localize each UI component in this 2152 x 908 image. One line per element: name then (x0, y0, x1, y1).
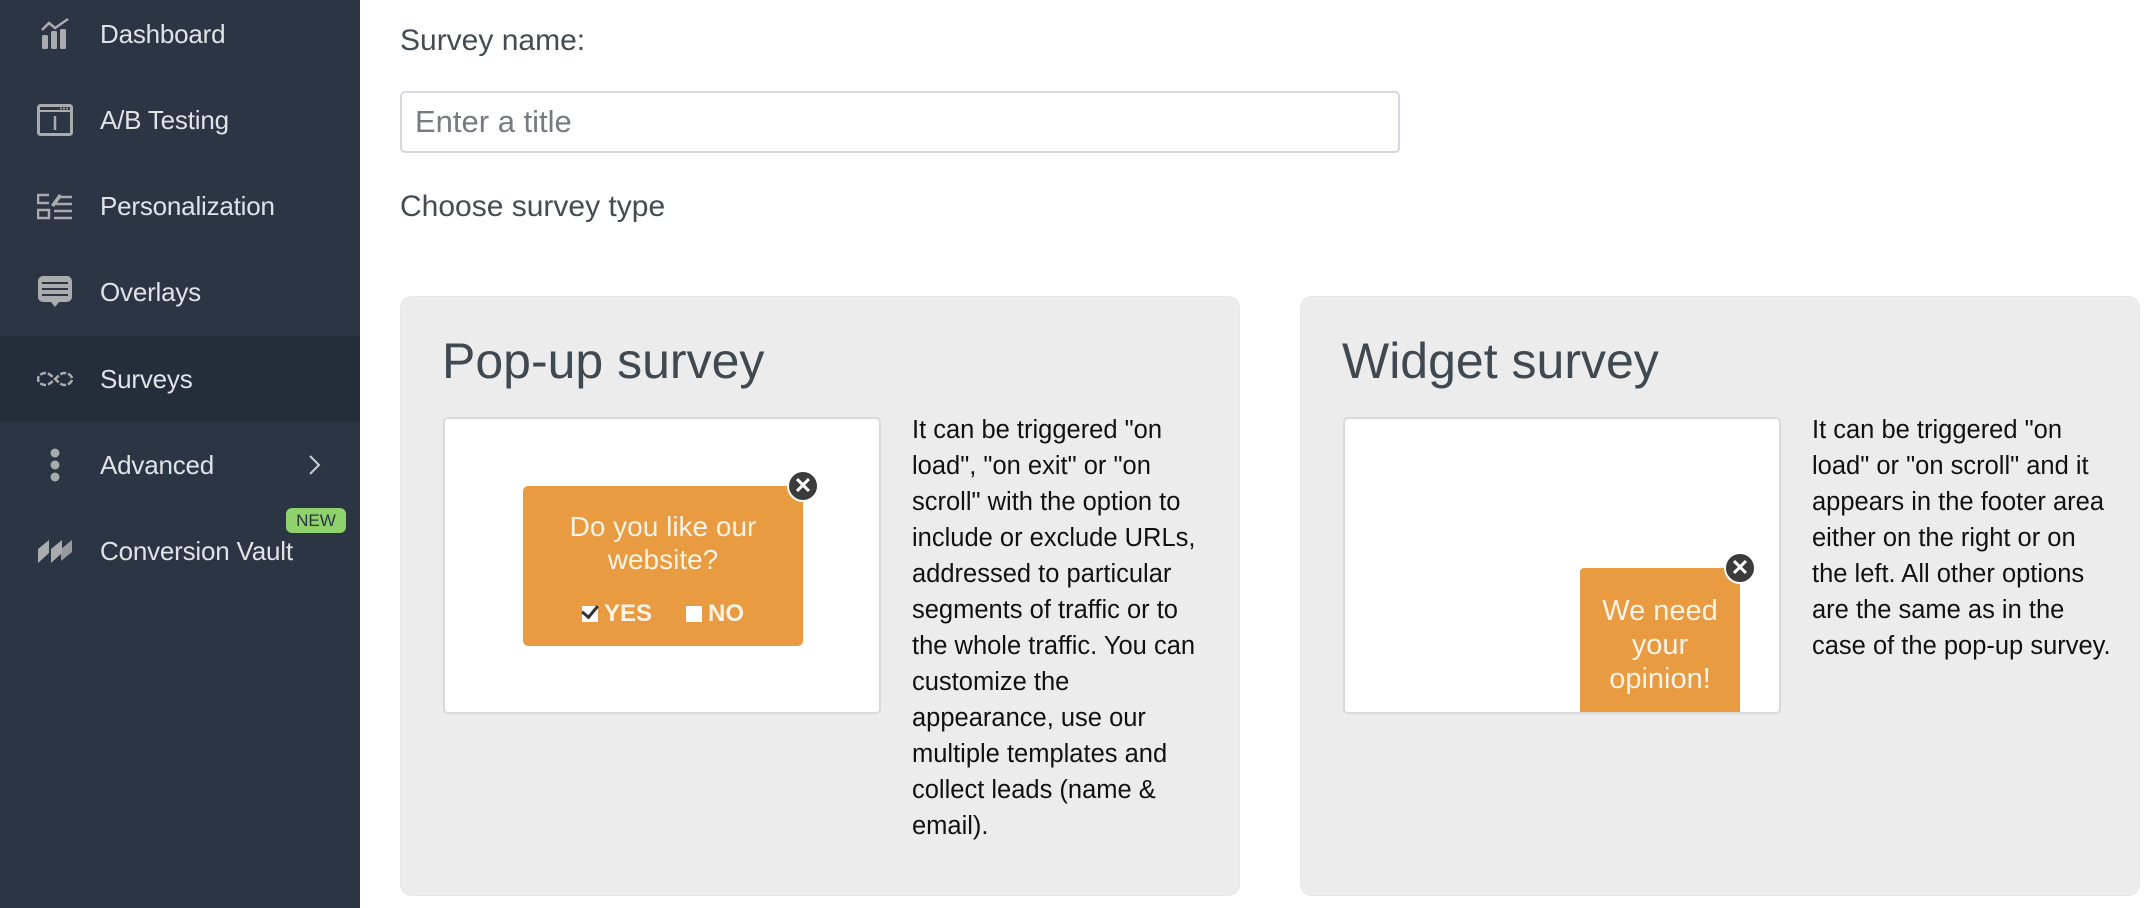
option-label: YES (603, 600, 653, 627)
browser-window-icon (36, 101, 74, 139)
sidebar-item-label: Personalization (100, 190, 275, 221)
popup-survey-card[interactable]: Pop-up survey Do you like our website? Y… (400, 296, 1240, 896)
close-icon: ✕ (787, 470, 819, 502)
new-badge: NEW (286, 508, 346, 533)
vertical-dots-icon (36, 446, 74, 484)
stripes-icon (36, 532, 74, 570)
infinity-icon (36, 360, 74, 398)
sidebar: Dashboard A/B Testing Personalization Ov… (0, 0, 360, 908)
card-description: It can be triggered "on load" or "on scr… (1812, 416, 2111, 660)
sidebar-item-personalization[interactable]: Personalization (0, 163, 360, 249)
close-icon: ✕ (1724, 552, 1756, 584)
popup-example: Do you like our website? YES NO (523, 486, 803, 646)
edit-list-icon (36, 187, 74, 225)
sidebar-item-label: A/B Testing (100, 104, 229, 135)
card-title: Pop-up survey (442, 333, 765, 389)
message-icon (36, 273, 74, 311)
widget-example: We need your opinion! (1580, 568, 1740, 712)
card-title: Widget survey (1342, 333, 1659, 389)
sidebar-item-overlays[interactable]: Overlays (0, 249, 360, 335)
checkbox-checked-icon (581, 606, 598, 622)
chart-icon (36, 15, 74, 53)
choose-survey-type-label: Choose survey type (400, 190, 666, 223)
sidebar-item-dashboard[interactable]: Dashboard (0, 0, 360, 77)
card-description: It can be triggered "on load", "on exit"… (912, 416, 1196, 840)
chevron-right-icon[interactable] (302, 453, 326, 477)
popup-options: YES NO (523, 600, 803, 628)
checkbox-empty-icon (686, 606, 703, 622)
sidebar-item-label: Dashboard (100, 18, 226, 49)
survey-name-label: Survey name: (400, 24, 586, 57)
sidebar-item-ab-testing[interactable]: A/B Testing (0, 77, 360, 163)
sidebar-item-label: Conversion Vault (100, 535, 293, 566)
widget-preview: We need your opinion! ✕ (1343, 417, 1781, 714)
widget-text: We need your opinion! (1602, 595, 1718, 695)
sidebar-item-label: Surveys (100, 363, 193, 394)
survey-title-input[interactable] (400, 91, 1400, 153)
widget-survey-card[interactable]: Widget survey We need your opinion! ✕ It… (1300, 296, 2140, 896)
sidebar-item-label: Overlays (100, 276, 201, 307)
popup-question: Do you like our website? (569, 511, 757, 575)
option-yes: YES (581, 600, 653, 628)
option-no: NO (686, 600, 744, 628)
option-label: NO (708, 600, 745, 627)
popup-preview: Do you like our website? YES NO ✕ (443, 417, 881, 714)
sidebar-item-surveys[interactable]: Surveys (0, 336, 360, 422)
sidebar-item-label: Advanced (100, 449, 215, 480)
sidebar-item-advanced[interactable]: Advanced (0, 422, 360, 508)
